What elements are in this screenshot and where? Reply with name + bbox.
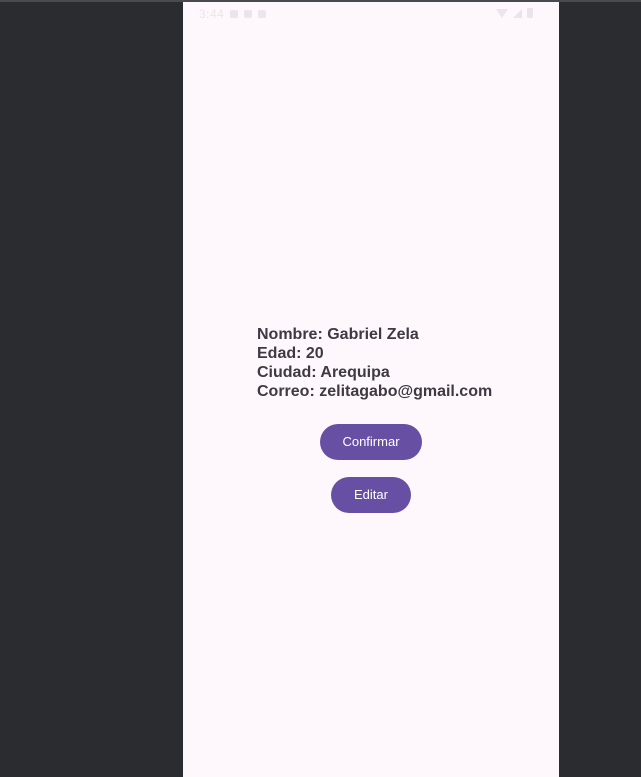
status-bar: 3:44	[183, 2, 559, 24]
notification-icon	[244, 10, 253, 18]
wifi-icon	[496, 8, 508, 18]
status-left: 3:44	[199, 7, 267, 21]
profile-info: Nombre: Gabriel Zela Edad: 20 Ciudad: Ar…	[257, 325, 492, 401]
battery-icon	[527, 8, 533, 18]
status-time: 3:44	[199, 7, 225, 21]
signal-icon	[513, 8, 522, 18]
confirm-button[interactable]: Confirmar	[320, 424, 422, 460]
phone-screen: 3:44 Nombre: Gabriel Zela Edad: 20 Ciuda…	[183, 2, 559, 777]
edit-button[interactable]: Editar	[331, 477, 411, 513]
notification-icon	[258, 10, 267, 18]
email-text: Correo: zelitagabo@gmail.com	[257, 383, 493, 400]
notification-icon	[230, 10, 239, 18]
name-text: Nombre: Gabriel Zela	[257, 326, 419, 343]
status-right	[496, 8, 533, 18]
city-text: Ciudad: Arequipa	[257, 364, 390, 381]
age-text: Edad: 20	[257, 345, 324, 362]
